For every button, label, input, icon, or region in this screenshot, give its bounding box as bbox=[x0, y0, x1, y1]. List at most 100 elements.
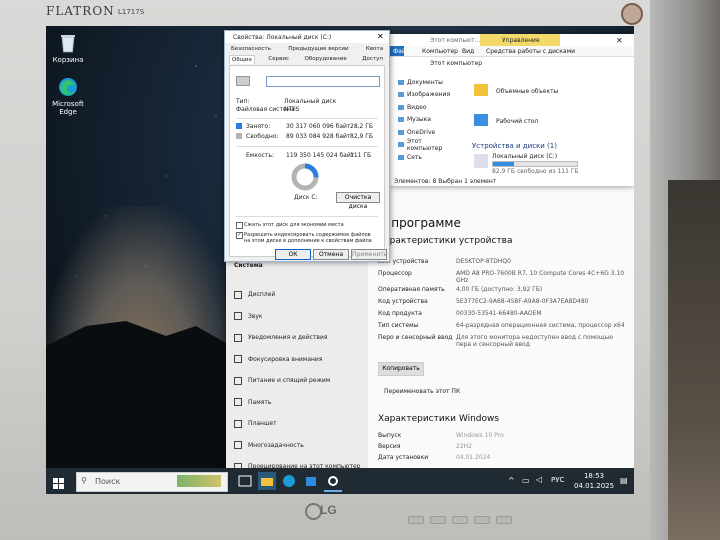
settings-nav-item[interactable]: Дисплей bbox=[234, 284, 364, 306]
settings-nav-item[interactable]: Уведомления и действия bbox=[234, 327, 364, 349]
network-icon[interactable]: ▭ bbox=[522, 476, 530, 485]
spec-key: Тип системы bbox=[378, 322, 419, 329]
language-indicator[interactable]: РУС bbox=[551, 476, 564, 484]
explorer-nav-item[interactable]: Видео bbox=[398, 101, 458, 114]
used-bytes: 30 317 060 096 байт bbox=[286, 123, 351, 130]
folder-desktop[interactable]: Рабочий стол bbox=[496, 118, 538, 125]
explorer-nav-label: Сеть bbox=[407, 153, 422, 161]
rename-pc-button[interactable]: Переименовать этот ПК bbox=[384, 388, 460, 395]
settings-nav-label: Многозадачность bbox=[248, 441, 304, 449]
spec-row: Код продукта 00330-53541-66480-AAOEM bbox=[378, 310, 628, 320]
desktop-icon-label: Корзина bbox=[52, 56, 84, 64]
properties-tab[interactable]: Доступ bbox=[360, 55, 385, 64]
general-tab-panel: Тип: Локальный диск Файловая система: NT… bbox=[229, 65, 385, 257]
store-taskbar-icon[interactable] bbox=[302, 472, 320, 490]
monitor-button[interactable] bbox=[430, 516, 446, 524]
desktop-icon-edge[interactable]: Microsoft Edge bbox=[46, 76, 90, 116]
properties-tab[interactable]: Квота bbox=[364, 45, 385, 53]
folder-3d-objects[interactable]: Объемные объекты bbox=[496, 88, 558, 95]
nav-item-icon bbox=[234, 333, 242, 342]
drive-label-input[interactable] bbox=[266, 76, 380, 87]
copy-button[interactable]: Копировать bbox=[378, 362, 424, 376]
drive-icon bbox=[236, 76, 250, 86]
monitor-button[interactable] bbox=[408, 516, 424, 524]
settings-nav-item[interactable]: Звук bbox=[234, 306, 364, 328]
spec-value: Windows 10 Pro bbox=[456, 432, 504, 439]
devices-section-header[interactable]: Устройства и диски (1) bbox=[472, 142, 557, 150]
energy-badge bbox=[621, 3, 643, 25]
screen: Корзина Microsoft Edge Система Дисплей Зв… bbox=[46, 26, 634, 494]
settings-section-header: Система bbox=[234, 262, 263, 269]
monitor-button[interactable] bbox=[452, 516, 468, 524]
settings-nav-item[interactable]: Память bbox=[234, 392, 364, 414]
properties-tab[interactable]: Безопасность bbox=[229, 45, 273, 53]
close-icon[interactable]: ✕ bbox=[616, 36, 623, 45]
nav-item-icon bbox=[234, 312, 242, 321]
drive-name[interactable]: Локальный диск (C:) bbox=[492, 153, 557, 160]
spec-value: Для этого монитора недоступен ввод с пом… bbox=[456, 334, 614, 348]
monitor-brand: FLATRON bbox=[46, 4, 115, 18]
settings-nav-item[interactable]: Питание и спящий режим bbox=[234, 370, 364, 392]
about-title: О программе bbox=[378, 216, 461, 230]
explorer-nav-item[interactable]: Сеть bbox=[398, 151, 458, 164]
view-tab[interactable]: Вид bbox=[462, 48, 474, 55]
divider bbox=[236, 146, 378, 147]
taskbar-search[interactable]: ⚲ Поиск bbox=[76, 472, 228, 492]
fs-value: NTFS bbox=[284, 106, 300, 113]
folder-icon bbox=[474, 84, 488, 96]
explorer-nav-item[interactable]: Музыка bbox=[398, 114, 458, 127]
index-checkbox[interactable]: ✓ bbox=[236, 232, 243, 239]
properties-tab[interactable]: Оборудование bbox=[303, 55, 349, 64]
tray-chevron-icon[interactable]: ^ bbox=[508, 476, 515, 485]
explorer-nav-item[interactable]: Документы bbox=[398, 76, 458, 89]
notifications-icon[interactable]: ▤ bbox=[620, 476, 628, 485]
properties-tab[interactable]: Сервис bbox=[266, 55, 291, 64]
close-icon[interactable]: ✕ bbox=[377, 32, 384, 41]
computer-tab[interactable]: Компьютер bbox=[422, 48, 458, 55]
task-view-icon[interactable] bbox=[236, 472, 254, 490]
compress-checkbox[interactable] bbox=[236, 222, 243, 229]
recycle-bin-icon bbox=[57, 32, 79, 54]
monitor-model: L1717S bbox=[118, 8, 145, 16]
settings-taskbar-icon[interactable] bbox=[324, 472, 342, 492]
explorer-nav-item[interactable]: Изображения bbox=[398, 89, 458, 102]
free-label: Свободно: bbox=[246, 133, 279, 140]
compress-label: Сжать этот диск для экономии места bbox=[244, 222, 344, 228]
cancel-button[interactable]: Отмена bbox=[313, 249, 349, 260]
spec-value: 22H2 bbox=[456, 443, 472, 450]
desktop-icon-label: Microsoft Edge bbox=[52, 100, 84, 116]
windows-start-icon[interactable] bbox=[53, 475, 65, 489]
explorer-nav-item[interactable]: Этот компьютер bbox=[398, 138, 458, 152]
explorer-taskbar-icon[interactable] bbox=[258, 472, 276, 490]
edge-taskbar-icon[interactable] bbox=[280, 472, 298, 490]
nav-item-icon bbox=[234, 441, 242, 450]
explorer-nav-item[interactable]: OneDrive bbox=[398, 126, 458, 139]
properties-tab[interactable]: Предыдущие версии bbox=[286, 45, 350, 53]
explorer-ribbon: Файл Компьютер Вид Средства работы с дис… bbox=[390, 46, 634, 57]
taskbar: ⚲ Поиск ^ ▭ ◁ РУС 18:53 04.01.2025 ▤ bbox=[46, 468, 634, 494]
ok-button[interactable]: ОК bbox=[275, 249, 311, 260]
properties-tab[interactable]: Общие bbox=[229, 55, 255, 64]
apply-button[interactable]: Применить bbox=[351, 249, 387, 260]
settings-nav-label: Планшет bbox=[248, 420, 277, 428]
explorer-breadcrumb[interactable]: Этот компьютер bbox=[430, 60, 482, 67]
disk-label: Диск C: bbox=[294, 194, 318, 201]
settings-nav-item[interactable]: Многозадачность bbox=[234, 435, 364, 457]
taskbar-clock[interactable]: 18:53 04.01.2025 bbox=[574, 471, 614, 491]
settings-nav-item[interactable]: Планшет bbox=[234, 413, 364, 435]
disk-cleanup-button[interactable]: Очистка диска bbox=[336, 192, 380, 210]
spec-value: AMD A8 PRO-7600B R7, 10 Compute Cores 4C… bbox=[456, 270, 625, 284]
spec-value: 04.01.2024 bbox=[456, 454, 491, 461]
settings-nav-item[interactable]: Фокусировка внимания bbox=[234, 349, 364, 371]
volume-icon[interactable]: ◁ bbox=[536, 475, 542, 484]
nav-item-icon bbox=[234, 398, 242, 407]
monitor-button[interactable] bbox=[496, 516, 512, 524]
explorer-nav-label: Музыка bbox=[407, 116, 431, 124]
disk-tools-tab[interactable]: Средства работы с дисками bbox=[486, 48, 575, 55]
desktop-icon-recycle-bin[interactable]: Корзина bbox=[46, 32, 90, 64]
spec-key: Выпуск bbox=[378, 432, 402, 439]
explorer-nav-label: OneDrive bbox=[407, 128, 436, 136]
monitor-button[interactable] bbox=[474, 516, 490, 524]
capacity-bytes: 119 350 145 024 байт bbox=[286, 152, 355, 159]
device-specs-table: Имя устройства DESKTOP-8TDHQ0 Процессор AMD… bbox=[378, 258, 628, 350]
